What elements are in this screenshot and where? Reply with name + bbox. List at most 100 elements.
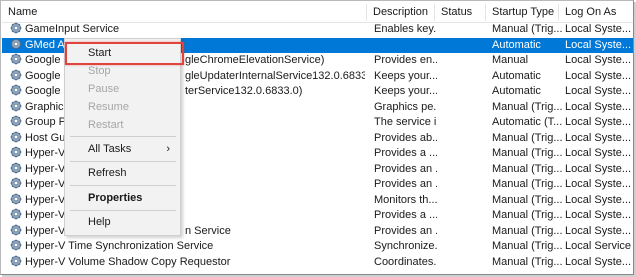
service-startup-type: Automatic (T...	[492, 116, 562, 128]
service-log-on-as: Local Syste...	[565, 162, 632, 175]
service-startup-type: Manual (Trig...	[492, 131, 562, 144]
gear-icon	[10, 162, 22, 174]
service-log-on-as: Local Syste...	[565, 23, 632, 35]
service-status	[439, 162, 487, 178]
service-description	[374, 38, 437, 54]
column-header-log-on-as[interactable]: Log On As	[559, 2, 633, 22]
service-log-on-as: Local Syste...	[565, 116, 632, 128]
service-name: Hyper-V Time Synchronization Service	[25, 240, 214, 252]
service-row[interactable]: GameInput Service Enables key... Manual (T…	[2, 22, 633, 38]
service-log-on-as: Local Syste...	[565, 69, 632, 82]
service-name: Host Gu	[25, 131, 66, 144]
service-log-on-as: Local Syste...	[565, 100, 632, 113]
service-startup-type: Manual (Trig...	[492, 147, 562, 159]
service-startup-type: Manual (Trig...	[492, 100, 562, 113]
service-log-on-as: Local Syste...	[565, 255, 632, 268]
service-name: Hyper-V	[25, 162, 66, 175]
column-header-startup-type[interactable]: Startup Type	[486, 2, 558, 22]
service-startup-type: Manual (Trig...	[492, 193, 562, 206]
service-description: Provides ab...	[374, 131, 437, 144]
service-name: Group P	[25, 116, 66, 128]
service-description: Provides an ...	[374, 162, 437, 175]
service-status	[439, 115, 487, 131]
gear-icon	[10, 239, 22, 251]
service-name-visible-tail: gleUpdaterInternalService132.0.6833.0)	[185, 69, 365, 82]
service-row[interactable]: Hyper-V Time Synchronization Service Sync…	[2, 239, 633, 255]
service-name: GMed A	[25, 38, 65, 51]
menu-item-restart: Restart	[88, 119, 124, 131]
service-name: Google	[25, 54, 61, 66]
service-description: Keeps your...	[374, 69, 437, 82]
menu-item-help[interactable]: Help	[65, 213, 180, 231]
service-status	[439, 100, 487, 116]
service-name-cell: Hyper-V Time Synchronization Service	[10, 239, 368, 255]
service-name: Graphics	[25, 100, 70, 113]
service-startup-type: Automatic	[492, 69, 541, 82]
service-status	[439, 208, 487, 224]
menu-item-pause: Pause	[88, 83, 120, 95]
service-log-on-as: Local Syste...	[565, 131, 632, 144]
service-description: The service i...	[374, 116, 437, 128]
service-name-cell: Hyper-V Volume Shadow Copy Requestor	[10, 255, 368, 271]
gear-icon	[10, 208, 22, 220]
menu-separator	[70, 161, 176, 162]
menu-item-refresh[interactable]: Refresh	[65, 164, 180, 182]
service-name-visible-tail: terService132.0.6833.0)	[185, 85, 303, 97]
gear-icon	[10, 100, 22, 112]
menu-item-properties[interactable]: Properties	[65, 189, 180, 207]
service-name: Hyper-V Volume Shadow Copy Requestor	[25, 255, 231, 268]
menu-separator	[70, 185, 176, 186]
service-startup-type: Manual (Trig...	[492, 178, 562, 190]
column-header-row: Name Description Status Startup Type Log…	[2, 2, 633, 23]
service-status	[439, 146, 487, 162]
service-name: GameInput Service	[25, 23, 120, 35]
service-name: Hyper-V	[25, 147, 66, 159]
service-name-visible-tail: n Service	[185, 224, 231, 237]
gear-icon	[10, 193, 22, 205]
service-name: Hyper-V	[25, 224, 66, 237]
column-header-name[interactable]: Name	[2, 2, 364, 22]
service-name: Hyper-V	[25, 178, 66, 190]
service-description: Graphics pe...	[374, 100, 437, 113]
service-log-on-as: Local Syste...	[565, 178, 632, 190]
service-description: Synchronize...	[374, 240, 437, 252]
service-startup-type: Manual (Trig...	[492, 240, 562, 252]
service-startup-type: Manual (Trig...	[492, 224, 562, 237]
service-startup-type: Manual (Trig...	[492, 162, 562, 175]
service-startup-type: Manual (Trig...	[492, 255, 562, 268]
service-log-on-as: Local Syste...	[565, 193, 632, 206]
service-status	[439, 69, 487, 85]
service-startup-type: Automatic	[492, 38, 541, 51]
service-log-on-as: Local Syste...	[565, 224, 632, 237]
service-description: Provides en...	[374, 54, 437, 66]
gear-icon	[10, 22, 22, 34]
service-description: Keeps your...	[374, 85, 437, 97]
gear-icon	[10, 146, 22, 158]
gear-icon	[10, 84, 22, 96]
service-status	[439, 53, 487, 69]
menu-separator	[70, 136, 176, 137]
menu-item-resume: Resume	[88, 101, 129, 113]
gear-icon	[10, 53, 22, 65]
column-header-description[interactable]: Description	[367, 2, 434, 22]
service-status	[439, 38, 487, 54]
service-description: Enables key...	[374, 23, 437, 35]
service-startup-type: Manual	[492, 54, 529, 66]
column-header-status[interactable]: Status	[435, 2, 485, 22]
menu-separator	[70, 210, 176, 211]
service-log-on-as: Local Syste...	[565, 85, 632, 97]
service-description: Provides a ...	[374, 209, 437, 221]
service-startup-type: Manual (Trig...	[492, 209, 562, 221]
menu-item-all-tasks[interactable]: All Tasks ›	[65, 140, 180, 158]
service-status	[439, 239, 487, 255]
service-row[interactable]: Hyper-V Volume Shadow Copy Requestor Coor…	[2, 255, 633, 271]
service-startup-type: Automatic	[492, 85, 541, 97]
submenu-arrow-icon: ›	[166, 143, 170, 155]
service-log-on-as: Local Syste...	[565, 38, 632, 51]
service-description: Provides a ...	[374, 147, 437, 159]
start-highlight-box	[65, 42, 184, 65]
gear-icon	[10, 131, 22, 143]
service-log-on-as: Local Syste...	[565, 54, 632, 66]
gear-icon	[10, 115, 22, 127]
service-name: Hyper-V	[25, 209, 66, 221]
